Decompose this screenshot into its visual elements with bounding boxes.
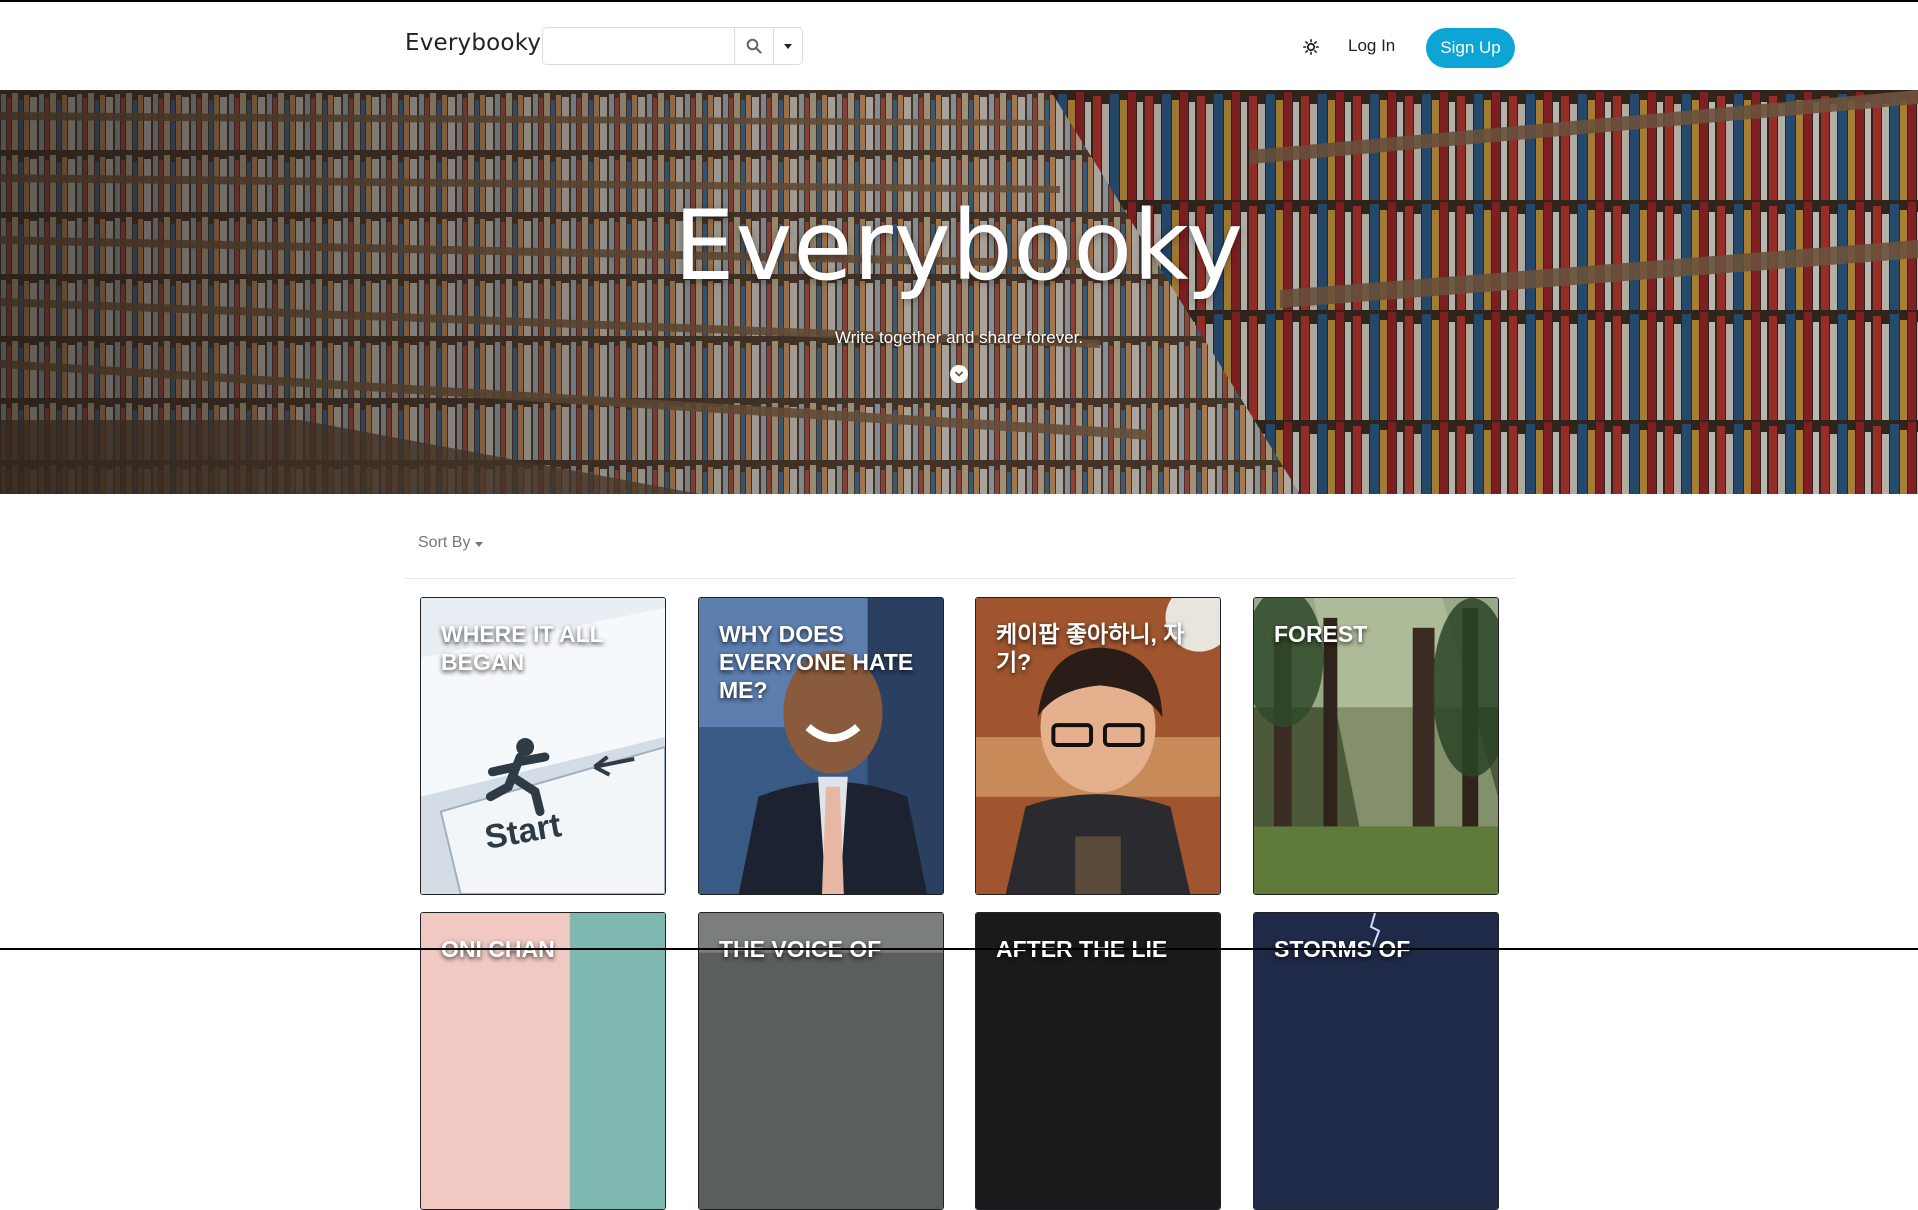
chevron-down-icon (955, 371, 963, 377)
hero-subtitle: Write together and share forever. (834, 328, 1084, 347)
sort-by-dropdown[interactable]: Sort By (418, 534, 484, 552)
signup-button[interactable]: Sign Up (1426, 28, 1515, 68)
book-title: FOREST (1274, 621, 1368, 647)
hero-banner: Everybooky Write together and share fore… (0, 90, 1918, 494)
search-input[interactable] (543, 28, 734, 64)
book-card[interactable]: ONI CHAN (420, 912, 666, 1210)
sun-icon (1303, 39, 1319, 55)
login-link[interactable]: Log In (1348, 36, 1395, 56)
book-card[interactable]: STORMS OF (1253, 912, 1499, 1210)
search-icon (746, 38, 762, 54)
section-divider (405, 578, 1515, 579)
search-options-dropdown[interactable] (772, 28, 802, 64)
caret-down-icon (783, 43, 792, 49)
scroll-down-button[interactable] (950, 365, 968, 383)
caret-down-icon (475, 541, 484, 547)
book-card[interactable]: FOREST (1253, 597, 1499, 895)
hero-title: Everybooky (673, 190, 1245, 302)
sort-by-label: Sort By (418, 534, 471, 551)
book-title: 케이팝 좋아하니, 자기? (996, 621, 1185, 675)
navbar: Everybooky Log In Sign Up (0, 2, 1918, 90)
book-card[interactable]: Start WHERE IT ALL BEGAN (420, 597, 666, 895)
search-group (542, 27, 803, 65)
book-card[interactable]: THE VOICE OF (698, 912, 944, 1210)
search-button[interactable] (734, 28, 773, 64)
book-card[interactable]: AFTER THE LIE (975, 912, 1221, 1210)
book-title: WHERE IT ALL BEGAN (441, 621, 604, 675)
theme-toggle-button[interactable] (1300, 36, 1322, 58)
book-title: WHY DOES EVERYONE HATE ME? (719, 621, 914, 703)
book-card[interactable]: 케이팝 좋아하니, 자기? (975, 597, 1221, 895)
brand-logo[interactable]: Everybooky (405, 30, 541, 56)
book-card[interactable]: WHY DOES EVERYONE HATE ME? (698, 597, 944, 895)
